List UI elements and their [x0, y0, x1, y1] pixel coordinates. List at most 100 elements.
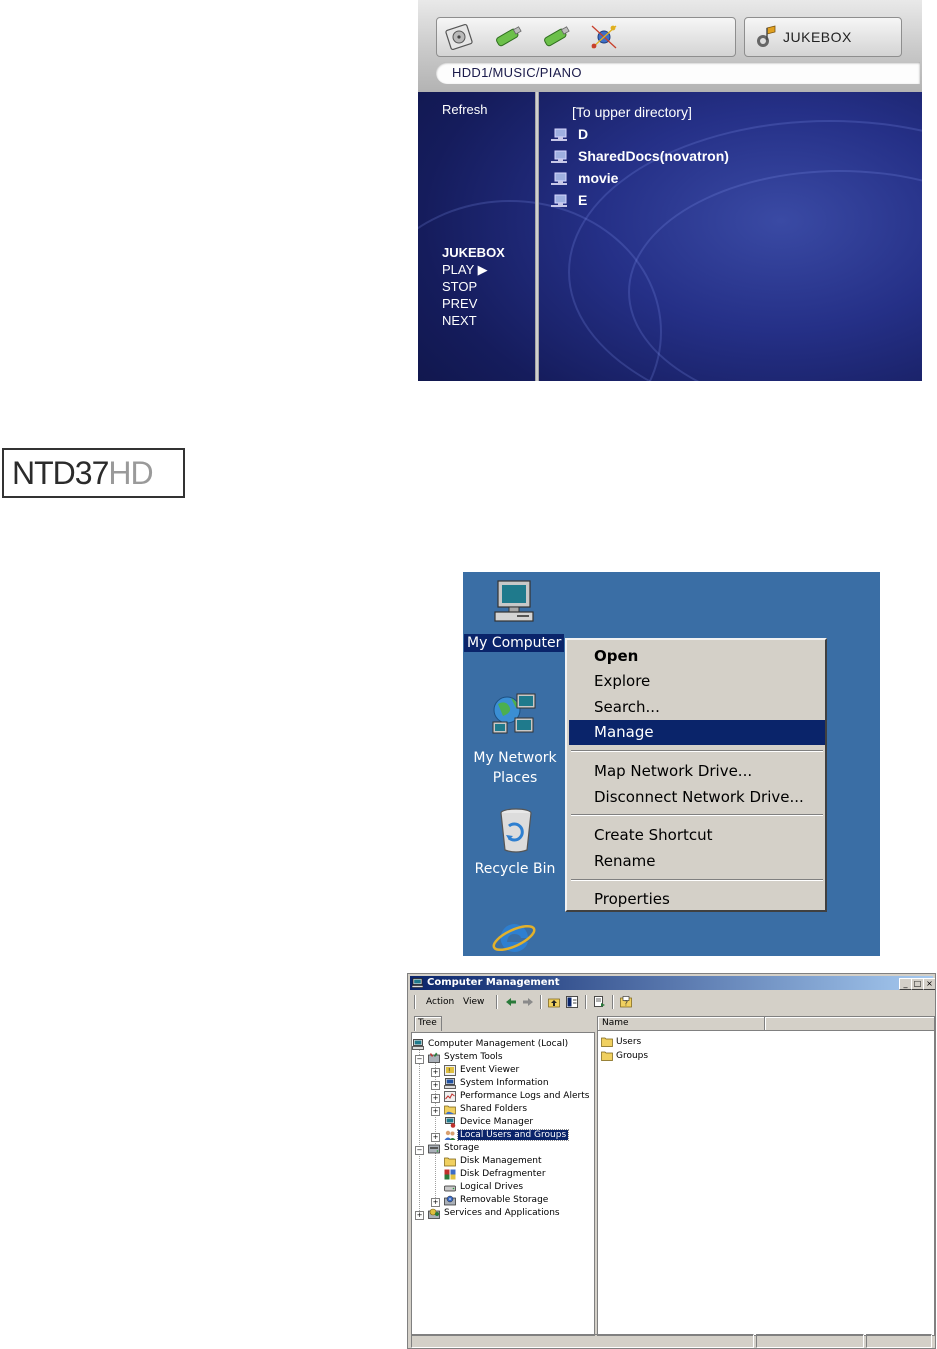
- menu-item-label: Manage: [594, 723, 654, 741]
- menu-item-properties[interactable]: Properties: [569, 887, 825, 912]
- help-icon[interactable]: ?: [620, 996, 632, 1008]
- column-header-label: Name: [602, 1018, 629, 1028]
- tree-node-label: Performance Logs and Alerts: [460, 1091, 590, 1101]
- tab-tree[interactable]: Tree: [414, 1016, 442, 1031]
- recycle-bin-label[interactable]: Recycle Bin: [467, 861, 563, 877]
- collapse-toggle[interactable]: −: [415, 1146, 424, 1155]
- event-viewer-icon: !: [444, 1065, 456, 1076]
- current-path: HDD1/MUSIC/PIANO: [452, 65, 582, 80]
- toolbar-grip: [414, 995, 416, 1009]
- expand-toggle[interactable]: +: [431, 1094, 440, 1103]
- tree-node-label: System Information: [460, 1078, 549, 1088]
- list-item-label: D: [578, 126, 589, 142]
- list-item-label: Groups: [616, 1051, 649, 1061]
- expand-toggle[interactable]: +: [431, 1081, 440, 1090]
- list-item-label: SharedDocs(novatron): [578, 148, 729, 164]
- path-bar: HDD1/MUSIC/PIANO: [436, 62, 920, 84]
- network-icon[interactable]: [589, 23, 619, 51]
- status-bar: [410, 1334, 933, 1348]
- upper-directory-item[interactable]: [To upper directory]: [548, 102, 918, 124]
- hdd-icon[interactable]: [445, 23, 475, 51]
- menu-item-create-shortcut[interactable]: Create Shortcut: [569, 823, 825, 848]
- tree-node-label: Disk Defragmenter: [460, 1169, 546, 1179]
- menu-item-label: Explore: [594, 672, 651, 690]
- menu-item-label: Properties: [594, 890, 670, 908]
- collapse-toggle[interactable]: −: [415, 1055, 424, 1064]
- menu-item-label: Disconnect Network Drive...: [594, 788, 804, 806]
- internet-explorer-icon[interactable]: [491, 916, 537, 956]
- computer-icon: [412, 1039, 424, 1050]
- jukebox-mode-button[interactable]: JUKEBOX: [744, 17, 902, 57]
- menu-item-open[interactable]: Open: [569, 644, 825, 669]
- title-bar[interactable]: Computer Management _ □ ×: [410, 976, 935, 990]
- network-places-icon[interactable]: [489, 690, 541, 740]
- column-header-empty[interactable]: [765, 1017, 934, 1031]
- source-icon-bar: [436, 17, 736, 57]
- prev-button[interactable]: PREV: [442, 295, 505, 312]
- menu-item-disconnect-network-drive[interactable]: Disconnect Network Drive...: [569, 785, 825, 810]
- expand-toggle[interactable]: +: [431, 1107, 440, 1116]
- list-item-label: E: [578, 192, 588, 208]
- tree-pane: Computer Management (Local) − System Too…: [411, 1032, 595, 1336]
- menu-separator: [571, 750, 823, 752]
- list-item[interactable]: E: [548, 190, 918, 212]
- back-arrow-icon[interactable]: [505, 996, 517, 1008]
- view-menu[interactable]: View: [463, 997, 484, 1007]
- export-list-icon[interactable]: [594, 996, 606, 1008]
- network-share-icon: [551, 128, 567, 141]
- mode-label: JUKEBOX: [783, 29, 852, 45]
- my-computer-label[interactable]: My Computer: [464, 634, 565, 652]
- defragmenter-icon: [444, 1169, 456, 1180]
- recycle-bin-icon[interactable]: [495, 806, 537, 854]
- toolbar-separator: [612, 995, 614, 1009]
- forward-arrow-icon[interactable]: [522, 996, 534, 1008]
- toolbar-separator: [496, 995, 498, 1009]
- logo-suffix: HD: [108, 455, 153, 491]
- column-header-name[interactable]: Name: [598, 1017, 765, 1031]
- up-folder-icon[interactable]: [548, 996, 560, 1008]
- show-tree-icon[interactable]: [566, 996, 578, 1008]
- toolbar-separator: [540, 995, 542, 1009]
- expand-toggle[interactable]: +: [431, 1133, 440, 1142]
- refresh-button[interactable]: Refresh: [442, 102, 488, 117]
- status-panel: [756, 1334, 864, 1348]
- usb-stick-icon[interactable]: [493, 23, 523, 51]
- list-item[interactable]: SharedDocs(novatron): [548, 146, 918, 168]
- tools-icon: [428, 1052, 440, 1063]
- services-icon: [428, 1208, 440, 1219]
- folder-icon: [601, 1037, 613, 1047]
- shared-folder-icon: [444, 1105, 456, 1115]
- expand-toggle[interactable]: +: [431, 1068, 440, 1077]
- menu-item-manage[interactable]: Manage: [569, 720, 825, 745]
- tree-node-label: Disk Management: [460, 1156, 542, 1166]
- system-info-icon: [444, 1078, 456, 1089]
- my-computer-icon[interactable]: [489, 578, 539, 628]
- play-button[interactable]: PLAY ▶: [442, 261, 505, 278]
- menu-item-search[interactable]: Search...: [569, 695, 825, 720]
- jukebox-screen: JUKEBOX HDD1/MUSIC/PIANO Refresh JUKEBOX…: [418, 0, 922, 381]
- list-item[interactable]: movie: [548, 168, 918, 190]
- action-menu[interactable]: Action: [426, 997, 454, 1007]
- tree-node-label: Services and Applications: [444, 1208, 560, 1218]
- usb-stick-icon[interactable]: [541, 23, 571, 51]
- next-button[interactable]: NEXT: [442, 312, 505, 329]
- windows-desktop: My Computer My Network Places Recycle Bi…: [463, 572, 880, 956]
- expand-toggle[interactable]: +: [415, 1211, 424, 1220]
- menu-item-label: Open: [594, 647, 639, 665]
- list-item[interactable]: D: [548, 124, 918, 146]
- menu-item-map-network-drive[interactable]: Map Network Drive...: [569, 759, 825, 784]
- network-share-icon: [551, 150, 567, 163]
- toolbar: Action View ?: [410, 993, 933, 1011]
- product-logo: NTD37HD: [2, 448, 185, 498]
- network-places-label[interactable]: My Network Places: [467, 748, 563, 788]
- expand-toggle[interactable]: +: [431, 1198, 440, 1207]
- tree-node-label: Event Viewer: [460, 1065, 520, 1075]
- close-button[interactable]: ×: [923, 978, 935, 990]
- tree-guide: [419, 1047, 420, 1213]
- network-share-icon: [551, 194, 567, 207]
- stop-button[interactable]: STOP: [442, 278, 505, 295]
- menu-item-explore[interactable]: Explore: [569, 669, 825, 694]
- menu-separator: [571, 814, 823, 816]
- playback-menu: JUKEBOX PLAY ▶ STOP PREV NEXT: [442, 244, 505, 329]
- menu-item-rename[interactable]: Rename: [569, 849, 825, 874]
